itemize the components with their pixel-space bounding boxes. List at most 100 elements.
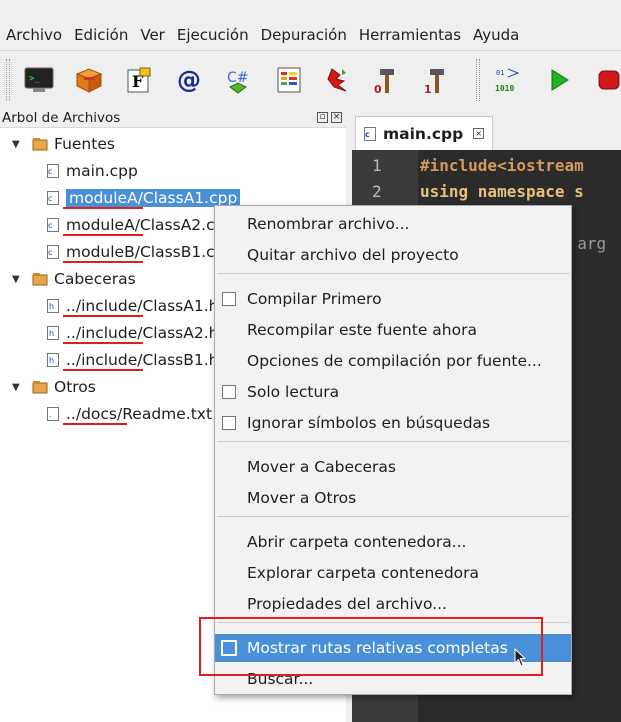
menu-ayuda[interactable]: Ayuda bbox=[467, 26, 525, 44]
menu-edicion[interactable]: Edición bbox=[68, 26, 134, 44]
menu-item-propiedades[interactable]: Propiedades del archivo... bbox=[215, 590, 571, 618]
svg-text:c: c bbox=[48, 221, 52, 230]
cpp-file-icon: c bbox=[47, 191, 59, 205]
bug-icon[interactable] bbox=[322, 63, 356, 97]
file-name: Readme.txt bbox=[122, 405, 213, 423]
annotation-underline bbox=[63, 261, 143, 263]
checkbox-icon[interactable] bbox=[222, 385, 236, 399]
menu-depuracion[interactable]: Depuración bbox=[255, 26, 353, 44]
run-icon[interactable] bbox=[542, 63, 576, 97]
menu-archivo[interactable]: Archivo bbox=[0, 26, 68, 44]
menu-item-label: Quitar archivo del proyecto bbox=[247, 246, 459, 264]
toolbar-grip-2[interactable] bbox=[476, 59, 480, 101]
menu-ver[interactable]: Ver bbox=[134, 26, 171, 44]
svg-text:c: c bbox=[48, 248, 52, 257]
toolbar-grip[interactable] bbox=[6, 59, 10, 101]
folder-icon bbox=[32, 273, 48, 286]
at-icon[interactable]: @ bbox=[172, 63, 206, 97]
svg-text:c: c bbox=[48, 167, 52, 176]
folder-icon bbox=[32, 138, 48, 151]
float-panel-button[interactable]: ▫ bbox=[317, 112, 328, 123]
hammer-icon[interactable]: 0 bbox=[372, 63, 406, 97]
menu-item-renombrar[interactable]: Renombrar archivo... bbox=[215, 210, 571, 238]
svg-text:1010: 1010 bbox=[495, 84, 514, 93]
close-panel-button[interactable]: × bbox=[331, 112, 342, 123]
menu-bar: Archivo Edición Ver Ejecución Depuración… bbox=[0, 22, 621, 48]
menu-item-opciones-compilacion[interactable]: Opciones de compilación por fuente... bbox=[215, 347, 571, 375]
menu-item-label: Ignorar símbolos en búsquedas bbox=[247, 414, 491, 432]
stop-icon[interactable] bbox=[592, 63, 621, 97]
menu-item-label: Compilar Primero bbox=[247, 290, 382, 308]
expand-arrow-icon[interactable]: ▼ bbox=[12, 139, 22, 150]
menu-item-compilar-primero[interactable]: Compilar Primero bbox=[215, 285, 571, 313]
menu-herramientas[interactable]: Herramientas bbox=[353, 26, 467, 44]
svg-text:0: 0 bbox=[374, 83, 382, 95]
close-tab-icon[interactable]: × bbox=[473, 128, 485, 139]
file-dir: moduleA/ bbox=[66, 216, 140, 234]
header-file-icon: h bbox=[47, 299, 59, 313]
menu-item-mover-otros[interactable]: Mover a Otros bbox=[215, 484, 571, 512]
annotation-underline bbox=[63, 234, 143, 236]
tree-group-otros[interactable]: ▼ Otros bbox=[12, 374, 96, 400]
svg-text:c: c bbox=[365, 130, 370, 139]
menu-ejecucion[interactable]: Ejecución bbox=[171, 26, 255, 44]
menu-item-abrir-carpeta[interactable]: Abrir carpeta contenedora... bbox=[215, 528, 571, 556]
tab-main-cpp[interactable]: c main.cpp × bbox=[355, 116, 493, 150]
menu-item-ignorar-simbolos[interactable]: Ignorar símbolos en búsquedas bbox=[215, 409, 571, 437]
menu-item-label: Mover a Otros bbox=[247, 489, 357, 507]
csharp-icon[interactable]: C# bbox=[222, 63, 256, 97]
svg-text:.: . bbox=[49, 410, 52, 419]
file-dir: moduleA/ bbox=[69, 189, 143, 207]
tree-group-label: Cabeceras bbox=[54, 270, 136, 288]
file-dir: moduleB/ bbox=[66, 243, 140, 261]
checkbox-icon[interactable] bbox=[222, 292, 236, 306]
menu-item-label: Recompilar este fuente ahora bbox=[247, 321, 477, 339]
text-file-icon: . bbox=[47, 407, 59, 421]
expand-arrow-icon[interactable]: ▼ bbox=[12, 382, 22, 393]
menu-item-label: Renombrar archivo... bbox=[247, 215, 410, 233]
tree-group-fuentes[interactable]: ▼ Fuentes bbox=[12, 131, 115, 157]
header-file-icon: h bbox=[47, 326, 59, 340]
hammer-icon-2[interactable]: 1 bbox=[422, 63, 456, 97]
menu-item-label: Mover a Cabeceras bbox=[247, 458, 396, 476]
console-icon[interactable]: >_ bbox=[22, 63, 56, 97]
tab-label: main.cpp bbox=[383, 124, 464, 143]
cpp-file-icon: c bbox=[47, 245, 59, 259]
file-dir: ../docs/ bbox=[66, 405, 123, 423]
checkbox-icon[interactable] bbox=[222, 416, 236, 430]
menu-item-solo-lectura[interactable]: Solo lectura bbox=[215, 378, 571, 406]
line-number: 1 bbox=[372, 156, 382, 175]
code-line: #include<iostream bbox=[420, 156, 584, 175]
menu-separator bbox=[217, 516, 569, 517]
expand-arrow-icon[interactable]: ▼ bbox=[12, 274, 22, 285]
cpp-file-icon: c bbox=[47, 218, 59, 232]
svg-text:01: 01 bbox=[496, 69, 504, 77]
menu-separator bbox=[217, 441, 569, 442]
menu-item-explorar-carpeta[interactable]: Explorar carpeta contenedora bbox=[215, 559, 571, 587]
svg-text:1: 1 bbox=[424, 83, 432, 95]
package-icon[interactable] bbox=[72, 63, 106, 97]
chart-icon[interactable] bbox=[272, 63, 306, 97]
tree-group-cabeceras[interactable]: ▼ Cabeceras bbox=[12, 266, 136, 292]
svg-text:>_: >_ bbox=[29, 74, 40, 84]
menu-separator bbox=[217, 273, 569, 274]
file-dir: ../include/ bbox=[66, 324, 143, 342]
menu-item-mover-cabeceras[interactable]: Mover a Cabeceras bbox=[215, 453, 571, 481]
binary-icon[interactable]: 01 1010 bbox=[492, 63, 526, 97]
file-name: ClassB1.h bbox=[142, 351, 219, 369]
tree-group-label: Otros bbox=[54, 378, 96, 396]
menu-item-quitar[interactable]: Quitar archivo del proyecto bbox=[215, 241, 571, 269]
svg-text:h: h bbox=[49, 356, 54, 365]
tree-file[interactable]: c main.cpp bbox=[47, 158, 138, 184]
menu-item-label: Abrir carpeta contenedora... bbox=[247, 533, 467, 551]
line-number: 2 bbox=[372, 182, 382, 201]
file-name: main.cpp bbox=[66, 162, 138, 180]
svg-text:@: @ bbox=[177, 66, 201, 94]
tree-group-label: Fuentes bbox=[54, 135, 115, 153]
fortran-icon[interactable]: F bbox=[122, 63, 156, 97]
menu-item-recompilar[interactable]: Recompilar este fuente ahora bbox=[215, 316, 571, 344]
cpp-file-icon: c bbox=[47, 164, 59, 178]
annotation-underline bbox=[63, 315, 143, 317]
menu-item-label: Opciones de compilación por fuente... bbox=[247, 352, 542, 370]
cpp-file-icon: c bbox=[364, 126, 376, 141]
